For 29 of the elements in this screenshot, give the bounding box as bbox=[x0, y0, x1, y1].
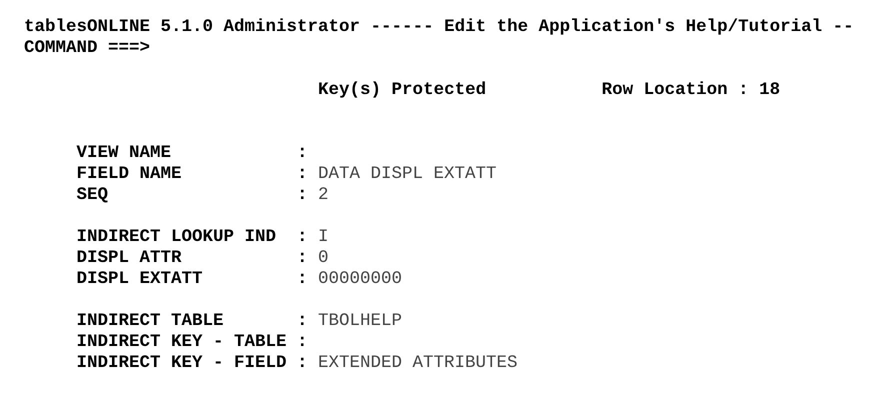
field-label: DISPL ATTR bbox=[76, 248, 183, 269]
colon-separator: : bbox=[297, 227, 309, 248]
field-label: INDIRECT KEY - FIELD bbox=[76, 353, 288, 374]
field-label: DISPL EXTATT bbox=[76, 269, 204, 290]
field-value: 2 bbox=[318, 185, 329, 206]
colon-separator: : bbox=[297, 353, 309, 374]
field-value: 00000000 bbox=[318, 269, 402, 290]
field-value: DATA DISPL EXTATT bbox=[318, 164, 497, 185]
field-value: TBOLHELP bbox=[318, 311, 402, 332]
colon-separator: : bbox=[297, 185, 309, 206]
field-label: INDIRECT KEY - TABLE bbox=[76, 332, 288, 353]
screen-title: tablesONLINE 5.1.0 Administrator ------ Edit the Application's Help/Tutorial -- bbox=[24, 17, 854, 38]
field-label: INDIRECT LOOKUP IND bbox=[76, 227, 278, 248]
field-label: FIELD NAME bbox=[76, 164, 183, 185]
colon-separator: : bbox=[297, 269, 309, 290]
field-value: 0 bbox=[318, 248, 329, 269]
colon-separator: : bbox=[297, 311, 309, 332]
colon-separator: : bbox=[297, 143, 309, 164]
field-label: VIEW NAME bbox=[76, 143, 172, 164]
field-label: SEQ bbox=[76, 185, 110, 206]
field-value: I bbox=[318, 227, 329, 248]
field-value: EXTENDED ATTRIBUTES bbox=[318, 353, 518, 374]
colon-separator: : bbox=[297, 164, 309, 185]
command-prompt: COMMAND ===> bbox=[24, 38, 150, 59]
key-status: Key(s) Protected bbox=[318, 80, 486, 101]
colon-separator: : bbox=[297, 332, 309, 353]
row-location: Row Location : 18 bbox=[602, 80, 780, 101]
field-label: INDIRECT TABLE bbox=[76, 311, 225, 332]
colon-separator: : bbox=[297, 248, 309, 269]
